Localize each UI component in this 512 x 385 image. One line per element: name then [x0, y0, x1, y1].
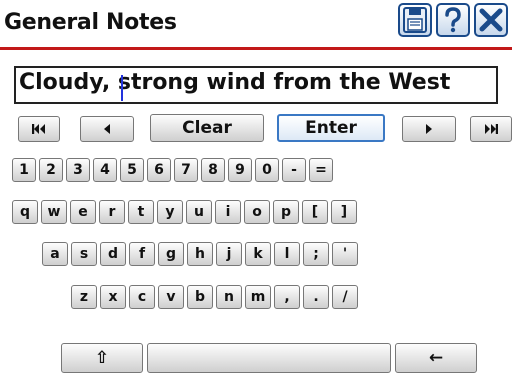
key-d[interactable]: d: [100, 242, 126, 266]
help-button[interactable]: [436, 3, 470, 37]
shift-key[interactable]: ⇧: [61, 343, 143, 373]
arrow-right-icon: [426, 124, 432, 134]
key-i[interactable]: i: [215, 200, 241, 224]
last-button[interactable]: [470, 116, 512, 142]
key-r[interactable]: r: [99, 200, 125, 224]
close-button[interactable]: [474, 3, 508, 37]
key-2[interactable]: 2: [39, 158, 63, 182]
key-0[interactable]: 0: [255, 158, 279, 182]
key-j[interactable]: j: [216, 242, 242, 266]
key-s[interactable]: s: [71, 242, 97, 266]
key-6[interactable]: 6: [147, 158, 171, 182]
key-4[interactable]: 4: [93, 158, 117, 182]
key-7[interactable]: 7: [174, 158, 198, 182]
key-o[interactable]: o: [244, 200, 270, 224]
key-t[interactable]: t: [128, 200, 154, 224]
first-button[interactable]: [18, 116, 60, 142]
page-title: General Notes: [4, 10, 177, 35]
text-cursor: [121, 75, 123, 101]
key-u[interactable]: u: [186, 200, 212, 224]
key-apostrophe[interactable]: ': [332, 242, 358, 266]
space-key[interactable]: [147, 343, 391, 373]
skip-to-end-icon: [485, 124, 498, 134]
key-w[interactable]: w: [41, 200, 67, 224]
key-b[interactable]: b: [187, 285, 213, 309]
save-icon: [403, 7, 427, 33]
key-g[interactable]: g: [158, 242, 184, 266]
arrow-left-icon: [104, 124, 110, 134]
key-n[interactable]: n: [216, 285, 242, 309]
clear-button[interactable]: Clear: [150, 114, 264, 142]
key-slash[interactable]: /: [332, 285, 358, 309]
key-9[interactable]: 9: [228, 158, 252, 182]
key-3[interactable]: 3: [66, 158, 90, 182]
notes-input[interactable]: Cloudy, strong wind from the West: [14, 66, 498, 104]
key-y[interactable]: y: [157, 200, 183, 224]
enter-button[interactable]: Enter: [277, 114, 385, 142]
key-e[interactable]: e: [70, 200, 96, 224]
key-1[interactable]: 1: [12, 158, 36, 182]
key-period[interactable]: .: [303, 285, 329, 309]
key-c[interactable]: c: [129, 285, 155, 309]
key-l[interactable]: l: [274, 242, 300, 266]
close-icon: [479, 8, 503, 32]
key-equals[interactable]: =: [309, 158, 333, 182]
key-a[interactable]: a: [42, 242, 68, 266]
key-minus[interactable]: -: [282, 158, 306, 182]
key-x[interactable]: x: [100, 285, 126, 309]
key-h[interactable]: h: [187, 242, 213, 266]
backspace-key[interactable]: ←: [395, 343, 477, 373]
key-left-bracket[interactable]: [: [302, 200, 328, 224]
previous-button[interactable]: [80, 116, 134, 142]
key-right-bracket[interactable]: ]: [331, 200, 357, 224]
key-z[interactable]: z: [71, 285, 97, 309]
key-v[interactable]: v: [158, 285, 184, 309]
key-f[interactable]: f: [129, 242, 155, 266]
key-m[interactable]: m: [245, 285, 271, 309]
key-comma[interactable]: ,: [274, 285, 300, 309]
header-divider: [0, 47, 512, 50]
next-button[interactable]: [402, 116, 456, 142]
key-p[interactable]: p: [273, 200, 299, 224]
notes-text: Cloudy, strong wind from the West: [19, 70, 451, 95]
skip-to-start-icon: [32, 124, 45, 134]
key-semicolon[interactable]: ;: [303, 242, 329, 266]
help-icon: [445, 7, 461, 33]
key-k[interactable]: k: [245, 242, 271, 266]
save-button[interactable]: [398, 3, 432, 37]
key-8[interactable]: 8: [201, 158, 225, 182]
key-q[interactable]: q: [12, 200, 38, 224]
key-5[interactable]: 5: [120, 158, 144, 182]
